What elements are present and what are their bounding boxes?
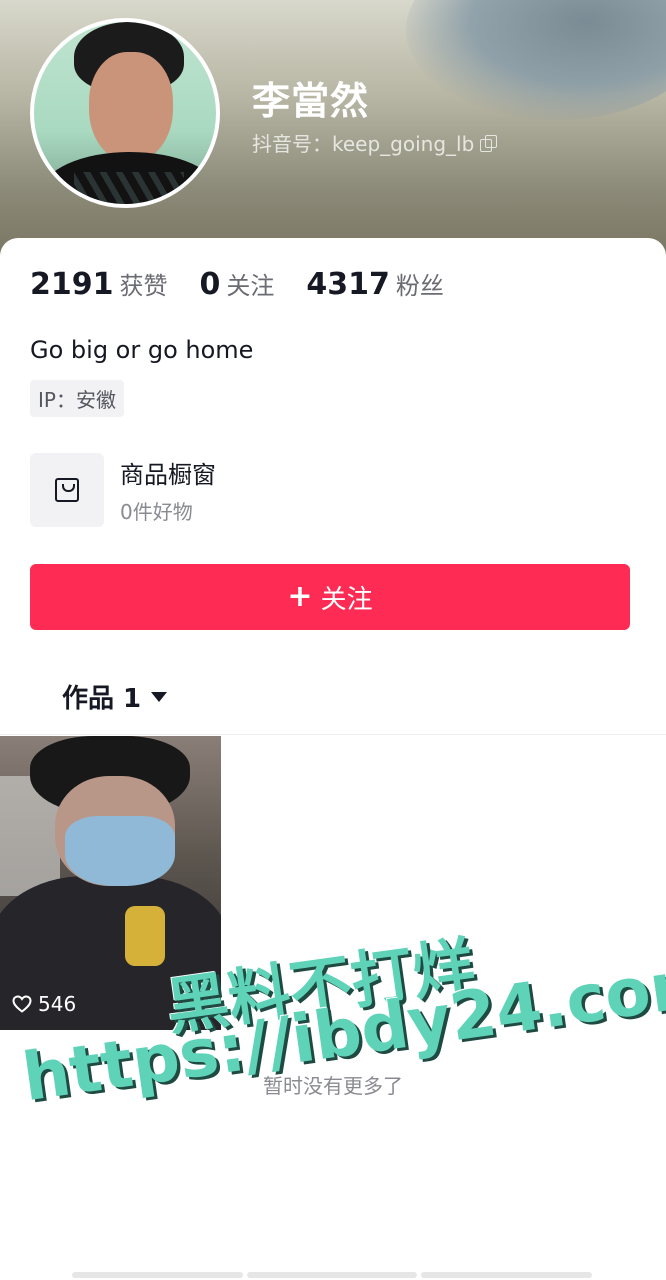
tab-works[interactable]: 作品 1 — [62, 678, 168, 715]
stat-followers-count: 4317 — [306, 267, 390, 302]
shop-title: 商品橱窗 — [120, 461, 216, 489]
stat-followers-label: 粉丝 — [395, 272, 444, 300]
plus-icon: + — [287, 579, 313, 614]
shop-window-entry[interactable]: 商品橱窗 0件好物 — [30, 453, 216, 527]
avatar[interactable] — [30, 18, 220, 208]
follow-button[interactable]: + 关注 — [30, 564, 630, 630]
copy-icon[interactable] — [480, 134, 498, 152]
ip-location-tag: IP：安徽 — [30, 380, 124, 417]
no-more-text: 暂时没有更多了 — [263, 1074, 403, 1098]
video-thumbnail[interactable]: 546 — [0, 736, 221, 1030]
profile-bio: Go big or go home — [30, 336, 254, 364]
tab-divider — [0, 734, 666, 735]
header-decoration — [406, 0, 666, 120]
stat-likes-count: 2191 — [30, 267, 114, 302]
stat-following[interactable]: 0 关注 — [200, 266, 275, 302]
shopping-bag-icon — [55, 478, 79, 502]
shop-icon-box — [30, 453, 104, 527]
caret-down-icon — [151, 691, 168, 702]
follow-button-label: 关注 — [320, 584, 373, 615]
shop-subtitle: 0件好物 — [120, 500, 193, 524]
video-likes: 546 — [12, 992, 76, 1016]
works-tab-label: 作品 1 — [62, 684, 142, 714]
stat-likes[interactable]: 2191 获赞 — [30, 266, 168, 302]
stat-following-count: 0 — [199, 267, 221, 302]
stat-following-label: 关注 — [226, 272, 275, 300]
home-indicator — [72, 1272, 593, 1278]
stat-followers[interactable]: 4317 粉丝 — [306, 266, 444, 302]
douyin-id-text: 抖音号：keep_going_lb — [252, 132, 475, 156]
stat-likes-label: 获赞 — [119, 272, 168, 300]
video-likes-count: 546 — [38, 992, 77, 1016]
profile-card: 2191 获赞 0 关注 4317 粉丝 Go big or go home I… — [0, 238, 666, 1280]
heart-icon — [12, 995, 32, 1013]
douyin-id[interactable]: 抖音号：keep_going_lb — [252, 128, 498, 157]
stats-row: 2191 获赞 0 关注 4317 粉丝 — [30, 266, 444, 302]
profile-name: 李當然 — [252, 79, 370, 123]
